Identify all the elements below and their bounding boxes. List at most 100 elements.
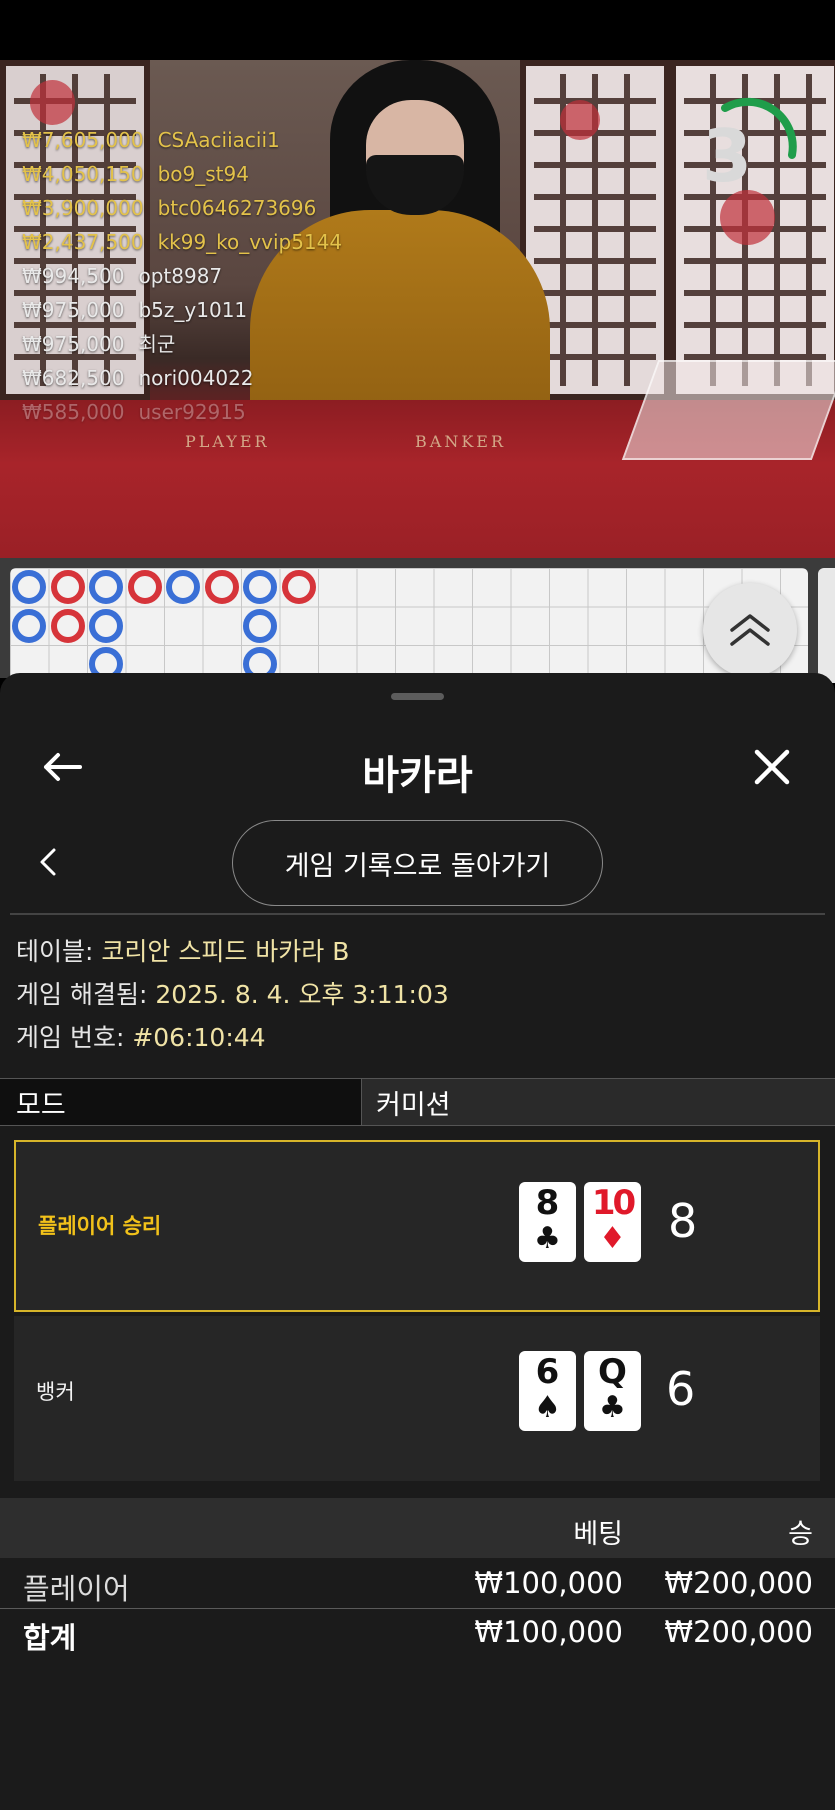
expand-button[interactable]: [703, 583, 797, 677]
bead-banker: [50, 608, 85, 643]
banker-score: 6: [666, 1362, 696, 1416]
bet-feed-user: 최군: [138, 332, 176, 356]
meta-table: 테이블: 코리안 스피드 바카라 B: [16, 930, 449, 973]
blossom-decoration: [30, 80, 75, 125]
win-amount: ₩200,000: [664, 1566, 813, 1600]
back-to-history-button[interactable]: 게임 기록으로 돌아가기: [232, 820, 603, 906]
bet-feed-amount: ₩975,000: [22, 298, 125, 322]
bet-feed-item: ₩975,000 최군: [22, 327, 356, 361]
bet-feed-item: ₩994,500 opt8987: [22, 259, 356, 293]
close-button[interactable]: [748, 743, 796, 791]
drag-handle[interactable]: [391, 693, 444, 700]
total-bet: ₩100,000: [474, 1615, 623, 1649]
bead-banker: [50, 570, 85, 604]
bet-feed-user: nori004022: [138, 366, 254, 390]
meta-resolved-value: 2025. 8. 4. 오후 3:11:03: [155, 980, 449, 1009]
table-row: 플레이어 ₩100,000 ₩200,000: [0, 1560, 835, 1606]
player-result-label: 플레이어 승리: [38, 1214, 162, 1238]
meta-number: 게임 번호: #06:10:44: [16, 1016, 449, 1059]
bet-feed-user: user92915: [138, 400, 246, 424]
bead-player: [12, 608, 46, 643]
meta-resolved: 게임 해결됨: 2025. 8. 4. 오후 3:11:03: [16, 973, 449, 1016]
bet-amount: ₩100,000: [474, 1566, 623, 1600]
bet-feed-item: ₩3,900,000 btc0646273696: [22, 191, 356, 225]
banker-result: 뱅커 6 ♠ Q ♣ 6: [14, 1316, 820, 1481]
game-meta: 테이블: 코리안 스피드 바카라 B 게임 해결됨: 2025. 8. 4. 오…: [16, 930, 449, 1059]
divider: [10, 913, 825, 915]
club-suit-icon: ♣: [534, 1221, 561, 1256]
card-shoe: [621, 360, 835, 460]
meta-table-value: 코리안 스피드 바카라 B: [101, 937, 350, 966]
chevron-left-icon: [40, 848, 56, 876]
player-score: 8: [668, 1194, 698, 1248]
column-win: 승: [788, 1519, 813, 1550]
bet-feed-amount: ₩2,437,500: [22, 230, 144, 254]
bet-feed-user: btc0646273696: [157, 196, 317, 220]
card-rank: 10: [591, 1183, 636, 1223]
bet-feed-amount: ₩4,050,150: [22, 162, 144, 186]
total-row: 합계 ₩100,000 ₩200,000: [0, 1608, 835, 1655]
total-label: 합계: [23, 1621, 77, 1655]
card-rank: Q: [598, 1352, 627, 1392]
bet-name: 플레이어: [23, 1572, 130, 1606]
bet-feed-item: ₩585,000 user92915: [22, 395, 356, 429]
bead-player: [89, 608, 123, 643]
bet-feed-item: ₩975,000 b5z_y1011: [22, 293, 356, 327]
playing-card: 8 ♣: [519, 1182, 576, 1262]
bet-feed-item: ₩682,500 nori004022: [22, 361, 356, 395]
sheet-header: 바카라: [0, 715, 835, 819]
history-nav-row: 게임 기록으로 돌아가기: [0, 816, 835, 908]
bet-feed-amount: ₩682,500: [22, 366, 125, 390]
game-detail-sheet: 바카라 게임 기록으로 돌아가기 테이블: 코리안 스피드 바카라 B 게임 해…: [0, 673, 835, 1810]
bead-banker: [204, 570, 239, 604]
mode-value: 커미션: [362, 1079, 835, 1125]
card-rank: 6: [535, 1352, 560, 1392]
live-bet-feed: ₩7,605,000 CSAaciiacii1 ₩4,050,150 bo9_st94…: [22, 123, 356, 429]
bead-player: [89, 570, 123, 604]
bead-player: [12, 570, 46, 604]
live-video-stream: PLAYER BANKER ₩7,605,000 CSAaciiacii1 ₩4,0…: [0, 60, 835, 558]
bet-feed-item: ₩2,437,500 kk99_ko_vvip5144: [22, 225, 356, 259]
bet-feed-amount: ₩585,000: [22, 400, 125, 424]
meta-table-label: 테이블:: [16, 937, 102, 966]
bead-player: [166, 570, 200, 604]
table-label-banker: BANKER: [415, 432, 506, 451]
playing-card: 10 ♦: [584, 1182, 641, 1262]
meta-number-label: 게임 번호:: [16, 1023, 133, 1052]
bet-feed-amount: ₩975,000: [22, 332, 125, 356]
bet-feed-user: CSAaciiacii1: [157, 128, 280, 152]
app-frame: PLAYER BANKER ₩7,605,000 CSAaciiacii1 ₩4,0…: [0, 0, 835, 1810]
card-rank: 8: [535, 1183, 560, 1223]
playing-card: Q ♣: [584, 1351, 641, 1431]
bet-feed-amount: ₩994,500: [22, 264, 125, 288]
diamond-suit-icon: ♦: [599, 1221, 626, 1256]
bets-table-header: 베팅 승: [0, 1498, 835, 1558]
roadmap-secondary: [818, 568, 835, 683]
bead-banker: [281, 570, 316, 604]
player-result: 플레이어 승리 8 ♣ 10 ♦ 8: [14, 1140, 820, 1312]
sheet-title: 바카라: [362, 753, 473, 799]
mode-row: 모드 커미션: [0, 1078, 835, 1126]
bead-banker: [127, 570, 162, 604]
meta-resolved-label: 게임 해결됨:: [16, 980, 156, 1009]
mode-label: 모드: [0, 1079, 362, 1125]
bet-feed-user: b5z_y1011: [138, 298, 248, 322]
bet-feed-item: ₩4,050,150 bo9_st94: [22, 157, 356, 191]
playing-card: 6 ♠: [519, 1351, 576, 1431]
bet-feed-amount: ₩3,900,000: [22, 196, 144, 220]
bet-feed-item: ₩7,605,000 CSAaciiacii1: [22, 123, 356, 157]
bet-feed-user: bo9_st94: [157, 162, 249, 186]
column-bet: 베팅: [573, 1519, 623, 1550]
countdown-timer: 3: [701, 114, 753, 198]
double-chevron-up-icon: [730, 614, 770, 646]
close-icon: [754, 749, 790, 785]
previous-button[interactable]: [30, 842, 66, 882]
bead-player: [243, 608, 277, 643]
meta-number-value: #06:10:44: [132, 1023, 266, 1052]
spade-suit-icon: ♠: [534, 1390, 561, 1425]
bet-feed-user: opt8987: [138, 264, 223, 288]
blossom-decoration: [560, 100, 600, 140]
bead-roadmap[interactable]: [10, 568, 808, 683]
club-suit-icon: ♣: [599, 1390, 626, 1425]
banker-result-label: 뱅커: [36, 1380, 75, 1404]
